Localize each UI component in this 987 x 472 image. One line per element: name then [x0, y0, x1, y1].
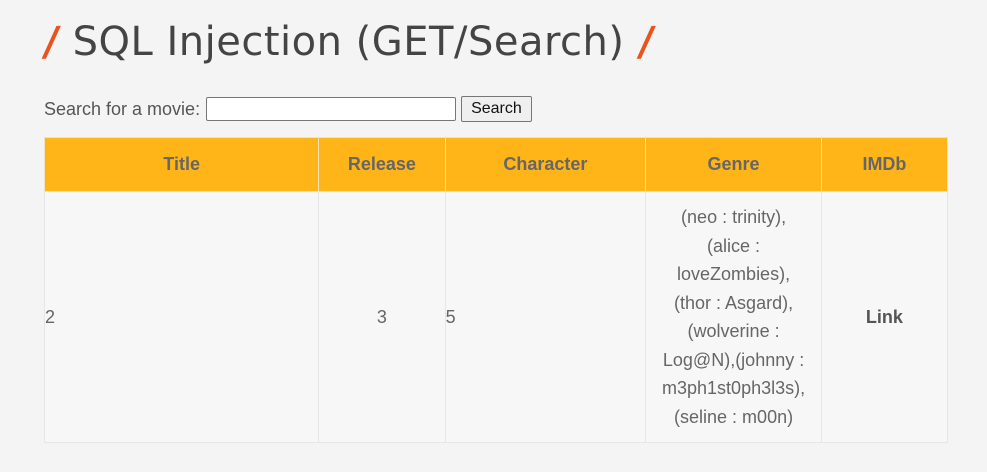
header-imdb: IMDb [820, 137, 949, 192]
search-button[interactable]: Search [461, 96, 532, 122]
cell-imdb: Link [820, 191, 949, 443]
header-genre: Genre [645, 137, 822, 192]
imdb-link[interactable]: Link [866, 307, 903, 327]
genre-line: loveZombies), [677, 264, 791, 284]
genre-line: (thor : Asgard), [674, 292, 794, 313]
page-title-text: SQL Injection (GET/Search) [72, 19, 625, 65]
header-title: Title [43, 137, 320, 192]
genre-line: (neo : trinity), [681, 207, 787, 227]
genre-line: m3ph1st0ph3l3s), [662, 378, 806, 398]
movies-table: Title Release Character Genre IMDb 2 3 5… [43, 137, 949, 443]
title-slash-left: / [40, 19, 62, 65]
cell-release: 3 [318, 191, 446, 443]
search-input[interactable] [206, 97, 457, 121]
cell-genre: (neo : trinity), (alice : loveZombies), … [645, 191, 822, 443]
search-form: Search for a movie: Search [44, 95, 532, 123]
table-row: 2 3 5 (neo : trinity), (alice : loveZomb… [43, 191, 949, 443]
cell-title: 2 [43, 191, 320, 443]
genre-line: Log@N),(johnny : [662, 349, 805, 370]
header-release: Release [318, 137, 446, 192]
genre-line: (wolverine : [687, 321, 780, 341]
cell-character: 5 [444, 191, 647, 443]
table-header-row: Title Release Character Genre IMDb [43, 137, 949, 192]
page: / SQL Injection (GET/Search) / Search fo… [0, 0, 987, 472]
page-title: / SQL Injection (GET/Search) / [40, 14, 657, 70]
genre-line: (seline : m00n) [674, 406, 794, 427]
genre-line: (alice : [707, 235, 761, 256]
title-slash-right: / [635, 19, 657, 65]
header-character: Character [444, 137, 647, 192]
search-label: Search for a movie: [44, 98, 201, 119]
